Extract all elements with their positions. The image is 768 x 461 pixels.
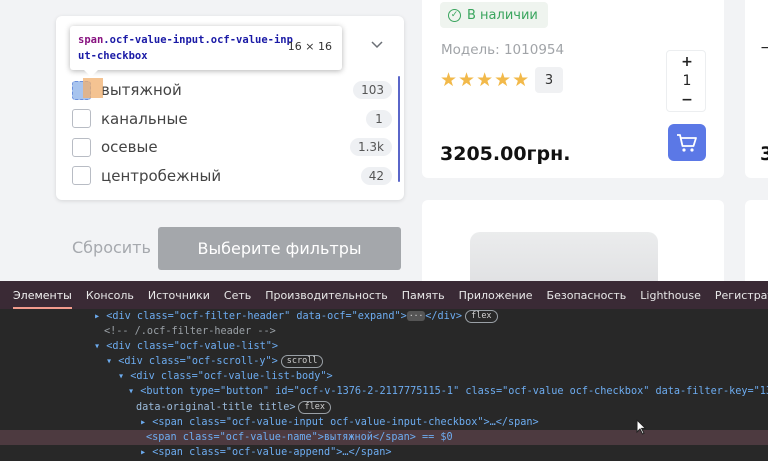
apply-filters-button[interactable]: Выберите фильтры <box>158 227 401 270</box>
dom-node-text: ▸ <div class="ocf-filter-header" data-oc… <box>94 311 407 322</box>
reset-button[interactable]: Сбросить <box>72 238 151 257</box>
devtools-tabbar: Элементы Консоль Источники Сеть Производ… <box>0 281 768 309</box>
dom-node[interactable]: ▸ <span class="ocf-value-input ocf-value… <box>0 415 768 430</box>
layout-badge[interactable]: flex <box>298 400 331 414</box>
dom-node-selected[interactable]: <span class="ocf-value-name">вытяжной</s… <box>0 429 768 445</box>
dom-node-text: ▸ <span class="ocf-value-append">…</span… <box>140 446 392 458</box>
tab-memory[interactable]: Память <box>402 289 445 302</box>
layout-badge[interactable]: scroll <box>280 355 324 369</box>
stock-label: В наличии <box>467 7 538 23</box>
filter-count-badge: 103 <box>353 81 392 100</box>
filter-item-vytyazhnoy[interactable]: вытяжной 103 <box>72 76 392 105</box>
dom-node-text: ▾ <div class="ocf-value-list"> <box>94 341 279 353</box>
filter-item-kanalnye[interactable]: канальные 1 <box>72 105 392 134</box>
filter-checkbox[interactable] <box>72 77 103 100</box>
dom-node[interactable]: ▾ <button type="button" id="ocf-v-1376-2… <box>0 384 768 399</box>
filter-label: центробежный <box>101 166 222 185</box>
tooltip-size: 16 × 16 <box>287 40 332 53</box>
cart-icon <box>677 133 697 152</box>
inspector-tooltip: span.ocf-value-input.ocf-value-input-che… <box>70 26 342 77</box>
check-circle-icon: ✓ <box>448 8 461 22</box>
tab-recorder[interactable]: Регистратор <box>715 289 768 302</box>
filter-value-list: вытяжной 103 канальные 1 осевые 1.3k цен… <box>72 76 392 190</box>
stock-badge: ✓ В наличии <box>440 2 548 28</box>
dom-node[interactable]: ▾ <div class="ocf-value-list"> <box>0 339 768 354</box>
reviews-count[interactable]: 3 <box>535 67 563 93</box>
dom-node-text: data-original-title title> <box>136 401 296 413</box>
tab-console[interactable]: Консоль <box>86 289 134 302</box>
dom-node-text: ▸ <span class="ocf-value-input ocf-value… <box>140 416 539 428</box>
tab-security[interactable]: Безопасность <box>547 289 627 302</box>
tab-application[interactable]: Приложение <box>459 289 533 302</box>
dom-node-text: ▾ <div class="ocf-scroll-y"> <box>106 356 278 368</box>
qty-minus-button[interactable]: − <box>760 40 768 56</box>
product-card-next <box>745 200 768 290</box>
dom-tree: ▸ <div class="ocf-filter-header" data-oc… <box>0 309 768 460</box>
qty-value[interactable]: 1 <box>667 73 707 89</box>
tooltip-tag: span <box>78 34 104 46</box>
quantity-stepper: + 1 − <box>666 50 706 112</box>
add-to-cart-button[interactable] <box>668 124 706 161</box>
qty-minus-button[interactable]: − <box>667 92 707 108</box>
product-model: Модель: 1010954 <box>441 42 565 58</box>
layout-badge[interactable]: flex <box>465 310 498 323</box>
tab-lighthouse[interactable]: Lighthouse <box>640 289 701 302</box>
filter-checkbox[interactable] <box>72 137 91 157</box>
filter-label: осевые <box>101 138 158 157</box>
tab-elements[interactable]: Элементы <box>13 289 72 309</box>
filter-count-badge: 42 <box>360 166 392 185</box>
filter-item-tsentrobezhny[interactable]: центробежный 42 <box>72 162 392 191</box>
dom-node[interactable]: ▾ <div class="ocf-scroll-y"> scroll <box>0 354 768 369</box>
chevron-down-icon[interactable] <box>370 38 384 52</box>
tab-sources[interactable]: Источники <box>148 289 210 302</box>
filter-item-osevye[interactable]: осевые 1.3k <box>72 133 392 162</box>
devtools-panel: Элементы Консоль Источники Сеть Производ… <box>0 281 768 461</box>
dom-node-text: ▾ <button type="button" id="ocf-v-1376-2… <box>128 386 768 398</box>
dom-node[interactable]: ▸ <div class="ocf-filter-header" data-oc… <box>0 309 768 324</box>
dom-node[interactable]: <!-- /.ocf-filter-header --> <box>0 324 768 339</box>
tooltip-arrow <box>84 70 98 77</box>
filter-scrollbar[interactable] <box>398 76 400 182</box>
dom-node[interactable]: ▾ <div class="ocf-value-list-body"> <box>0 369 768 384</box>
filter-count-badge: 1.3k <box>349 138 392 157</box>
tab-network[interactable]: Сеть <box>224 289 251 302</box>
product-price: 3 <box>760 143 768 165</box>
dom-comment: <!-- /.ocf-filter-header --> <box>104 326 276 338</box>
filter-count-badge: 1 <box>366 109 392 128</box>
qty-plus-button[interactable]: + <box>667 54 707 70</box>
ellipsis-icon[interactable]: ··· <box>406 311 426 321</box>
dom-node-close: </div> <box>425 311 463 322</box>
filter-label: вытяжной <box>101 81 182 100</box>
dom-node-text: <span class="ocf-value-name">вытяжной</s… <box>146 431 453 443</box>
tooltip-selector: span.ocf-value-input.ocf-value-input-che… <box>78 32 293 64</box>
filter-checkbox[interactable] <box>72 166 91 186</box>
filter-label: канальные <box>101 109 188 128</box>
tab-performance[interactable]: Производительность <box>265 289 388 302</box>
mouse-cursor-icon <box>636 419 646 435</box>
tooltip-classes: .ocf-value-input.ocf-value-input-checkbo… <box>78 34 293 62</box>
filter-checkbox[interactable] <box>72 109 91 129</box>
dom-node-text: ▾ <div class="ocf-value-list-body"> <box>118 371 333 383</box>
dom-node[interactable]: ▸ <span class="ocf-value-append">…</span… <box>0 445 768 460</box>
rating-stars: ★★★★★ <box>440 69 531 91</box>
dom-node[interactable]: data-original-title title> flex <box>0 400 768 415</box>
product-price: 3205.00грн. <box>440 143 571 165</box>
